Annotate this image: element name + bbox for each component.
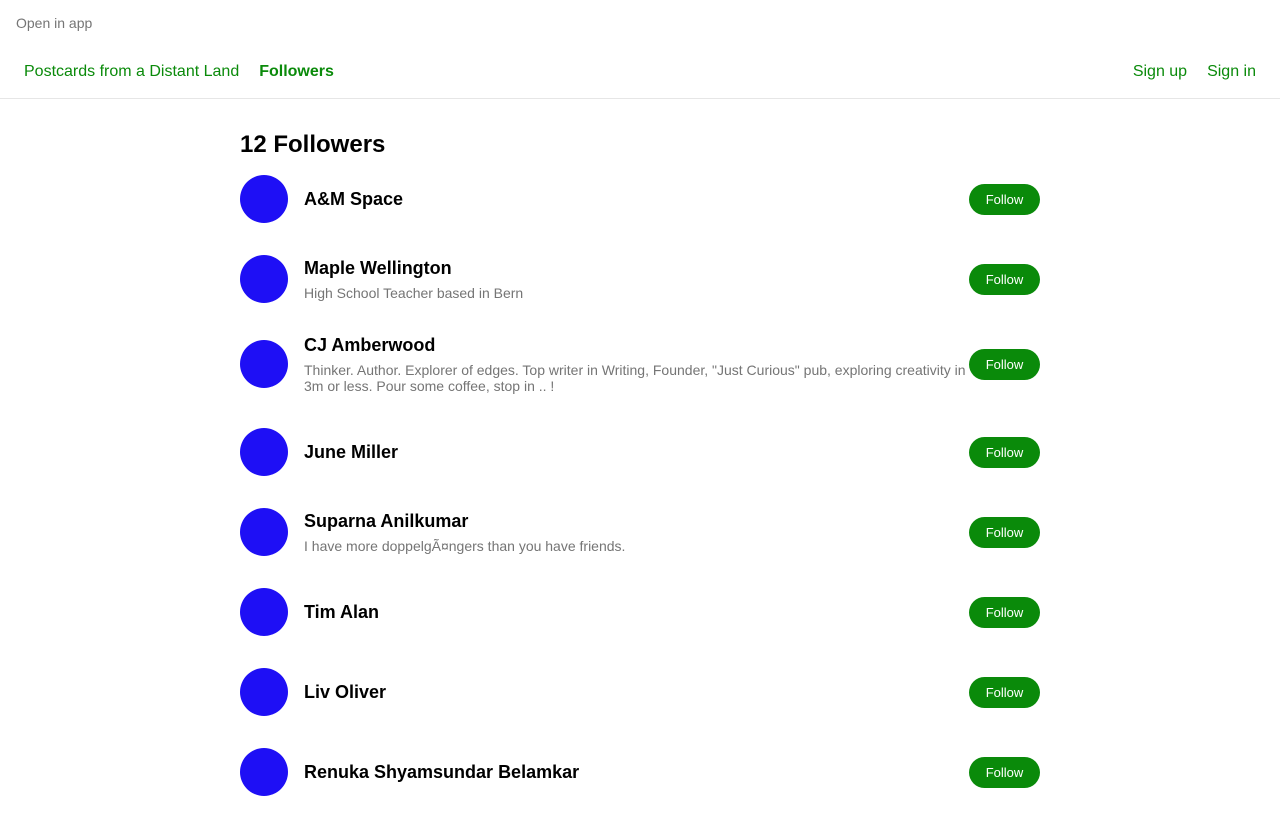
follower-bio: I have more doppelgÃ¤ngers than you have… (304, 538, 626, 554)
publication-link[interactable]: Postcards from a Distant Land (24, 63, 239, 81)
avatar[interactable] (240, 255, 288, 303)
page-title: 12 Followers (240, 131, 386, 158)
follower-name[interactable]: June Miller (304, 441, 969, 463)
follower-row: CJ Amberwood Thinker. Author. Explorer o… (240, 334, 1040, 394)
avatar[interactable] (240, 340, 288, 388)
nav-left-group: Postcards from a Distant Land Followers (24, 63, 334, 81)
follower-row: June Miller Follow (240, 428, 1040, 476)
follow-button[interactable]: Follow (969, 348, 1040, 380)
follower-info: Tim Alan (304, 601, 969, 623)
follower-name[interactable]: CJ Amberwood (304, 334, 969, 356)
follower-name[interactable]: Suparna Anilkumar (304, 510, 969, 532)
follower-row: Maple Wellington High School Teacher bas… (240, 255, 1040, 303)
follower-name[interactable]: Tim Alan (304, 601, 969, 623)
follower-info: Maple Wellington High School Teacher bas… (304, 257, 969, 301)
follower-row: Liv Oliver Follow (240, 668, 1040, 716)
follower-row: Suparna Anilkumar I have more doppelgÃ¤n… (240, 508, 1040, 556)
follower-name[interactable]: Maple Wellington (304, 257, 969, 279)
open-in-app-link[interactable]: Open in app (16, 15, 92, 31)
followers-main: 12 Followers A&M Space Follow Maple Well… (240, 130, 1040, 796)
follower-row: A&M Space Follow (240, 175, 1040, 223)
follower-name[interactable]: Renuka Shyamsundar Belamkar (304, 761, 969, 783)
avatar[interactable] (240, 175, 288, 223)
sign-in-link[interactable]: Sign in (1207, 63, 1256, 81)
avatar[interactable] (240, 428, 288, 476)
follower-info: Suparna Anilkumar I have more doppelgÃ¤n… (304, 510, 969, 554)
follow-button[interactable]: Follow (969, 596, 1040, 628)
top-navigation: Postcards from a Distant Land Followers … (0, 48, 1280, 99)
follower-bio: Thinker. Author. Explorer of edges. Top … (304, 362, 966, 394)
follow-button[interactable]: Follow (969, 676, 1040, 708)
avatar[interactable] (240, 588, 288, 636)
follower-row: Tim Alan Follow (240, 588, 1040, 636)
nav-right-group: Sign up Sign in (1133, 63, 1256, 81)
follow-button[interactable]: Follow (969, 756, 1040, 788)
avatar[interactable] (240, 508, 288, 556)
sign-up-link[interactable]: Sign up (1133, 63, 1187, 81)
follower-info: A&M Space (304, 188, 969, 210)
follower-info: Renuka Shyamsundar Belamkar (304, 761, 969, 783)
avatar[interactable] (240, 748, 288, 796)
avatar[interactable] (240, 668, 288, 716)
follow-button[interactable]: Follow (969, 183, 1040, 215)
follower-row: Renuka Shyamsundar Belamkar Follow (240, 748, 1040, 796)
follow-button[interactable]: Follow (969, 263, 1040, 295)
follower-bio: High School Teacher based in Bern (304, 285, 524, 301)
follower-name[interactable]: Liv Oliver (304, 681, 969, 703)
followers-tab[interactable]: Followers (259, 63, 334, 81)
follower-info: Liv Oliver (304, 681, 969, 703)
follow-button[interactable]: Follow (969, 436, 1040, 468)
follow-button[interactable]: Follow (969, 516, 1040, 548)
follower-info: CJ Amberwood Thinker. Author. Explorer o… (304, 334, 969, 394)
follower-info: June Miller (304, 441, 969, 463)
follower-name[interactable]: A&M Space (304, 188, 969, 210)
